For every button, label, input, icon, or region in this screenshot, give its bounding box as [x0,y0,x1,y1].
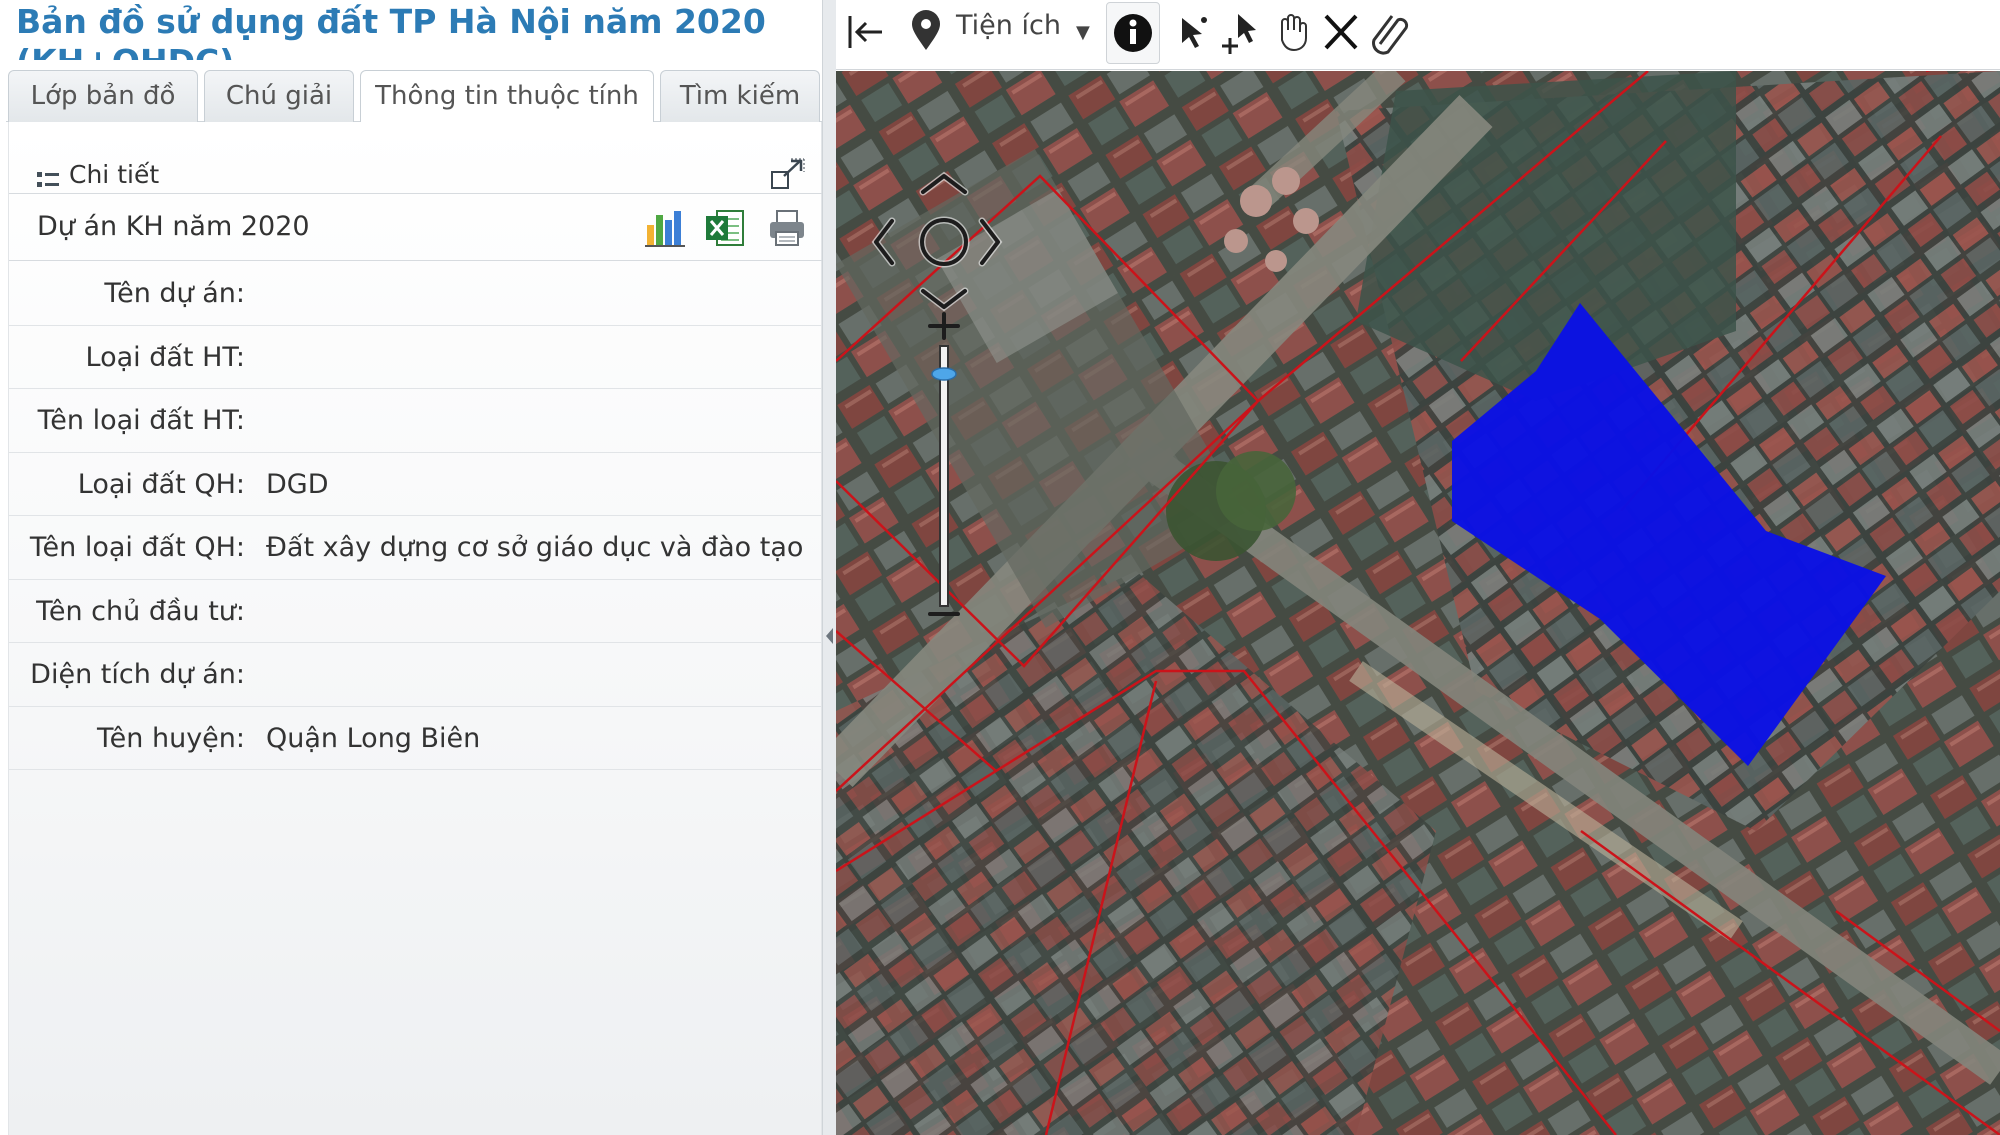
excel-icon[interactable] [703,207,747,249]
zoom-slider-thumb [931,367,957,381]
project-header: Dự án KH năm 2020 [9,195,823,261]
attribute-panel: Chi tiết Dự án KH năm 2020 Tên dự án: Lo… [8,122,823,1135]
attribute-label: Tên loại đất HT: [37,405,245,436]
attribute-label: Tên loại đất QH: [29,532,245,563]
collapse-arrow-icon[interactable] [826,628,833,644]
attribute-value: DGD [266,468,329,500]
left-panel: Bản đồ sử dụng đất TP Hà Nội năm 2020 (K… [0,0,828,1135]
attribute-label: Tên huyện: [96,722,245,754]
map-navigation-control [860,166,1010,686]
attribute-value: Quận Long Biên [266,722,481,754]
print-icon[interactable] [765,207,809,249]
attribute-label: Tên chủ đầu tư: [36,595,245,627]
attribute-row-project-area: Diện tích dự án: [9,643,823,707]
close-icon[interactable] [1318,4,1364,60]
detail-header: Chi tiết [9,138,823,194]
location-pin-icon[interactable] [906,4,946,60]
chart-icon[interactable] [643,207,687,249]
attribute-row-district: Tên huyện: Quận Long Biên [9,707,823,770]
zoom-in-icon [928,312,960,340]
tab-attribute-info[interactable]: Thông tin thuộc tính [360,70,654,123]
zoom-slider-track [939,345,949,607]
attribute-row-project-name: Tên dự án: [9,262,823,326]
attribute-value: Đất xây dựng cơ sở giáo dục và đào tạo [266,532,804,563]
exit-icon[interactable] [844,4,890,60]
tab-legend[interactable]: Chú giải [204,70,354,122]
tab-map-layers[interactable]: Lớp bản đồ [8,70,198,122]
attribute-row-planned-land-type-name: Tên loại đất QH: Đất xây dựng cơ sở giáo… [9,516,823,580]
attribute-label: Tên dự án: [104,278,245,309]
select-arrow-icon[interactable] [1172,4,1216,60]
attribute-label: Loại đất QH: [77,468,245,500]
attribute-row-investor: Tên chủ đầu tư: [9,580,823,643]
tab-search[interactable]: Tìm kiếm [660,70,820,122]
utility-menu[interactable]: Tiện ích [956,10,1061,41]
attribute-row-current-land-type: Loại đất HT: [9,326,823,389]
chevron-down-icon[interactable]: ▼ [1076,22,1090,43]
attach-icon[interactable] [1366,4,1412,60]
panel-splitter[interactable] [822,0,836,1135]
page-title: Bản đồ sử dụng đất TP Hà Nội năm 2020 (K… [16,2,766,60]
attribute-table: Tên dự án: Loại đất HT: Tên loại đất HT:… [9,262,823,770]
map-canvas[interactable] [836,71,2000,1135]
project-title: Dự án KH năm 2020 [37,211,310,242]
attribute-row-planned-land-type: Loại đất QH: DGD [9,453,823,516]
list-icon [37,172,59,188]
app-window: Bản đồ sử dụng đất TP Hà Nội năm 2020 (K… [0,0,2000,1135]
info-button[interactable] [1106,2,1160,64]
detail-label: Chi tiết [69,160,160,189]
add-point-icon[interactable] [1220,4,1266,60]
attribute-label: Diện tích dự án: [30,659,245,690]
attribute-row-current-land-type-name: Tên loại đất HT: [9,389,823,453]
attribute-label: Loại đất HT: [85,341,246,373]
satellite-map [836,71,2000,1135]
pan-hand-icon[interactable] [1270,4,1316,60]
info-icon [1114,14,1152,52]
map-toolbar: Tiện ích ▼ [836,0,2000,70]
tab-bar: Lớp bản đồ Chú giải Thông tin thuộc tính… [6,70,822,123]
expand-icon[interactable] [771,158,805,190]
map-area: Tiện ích ▼ [836,0,2000,1135]
